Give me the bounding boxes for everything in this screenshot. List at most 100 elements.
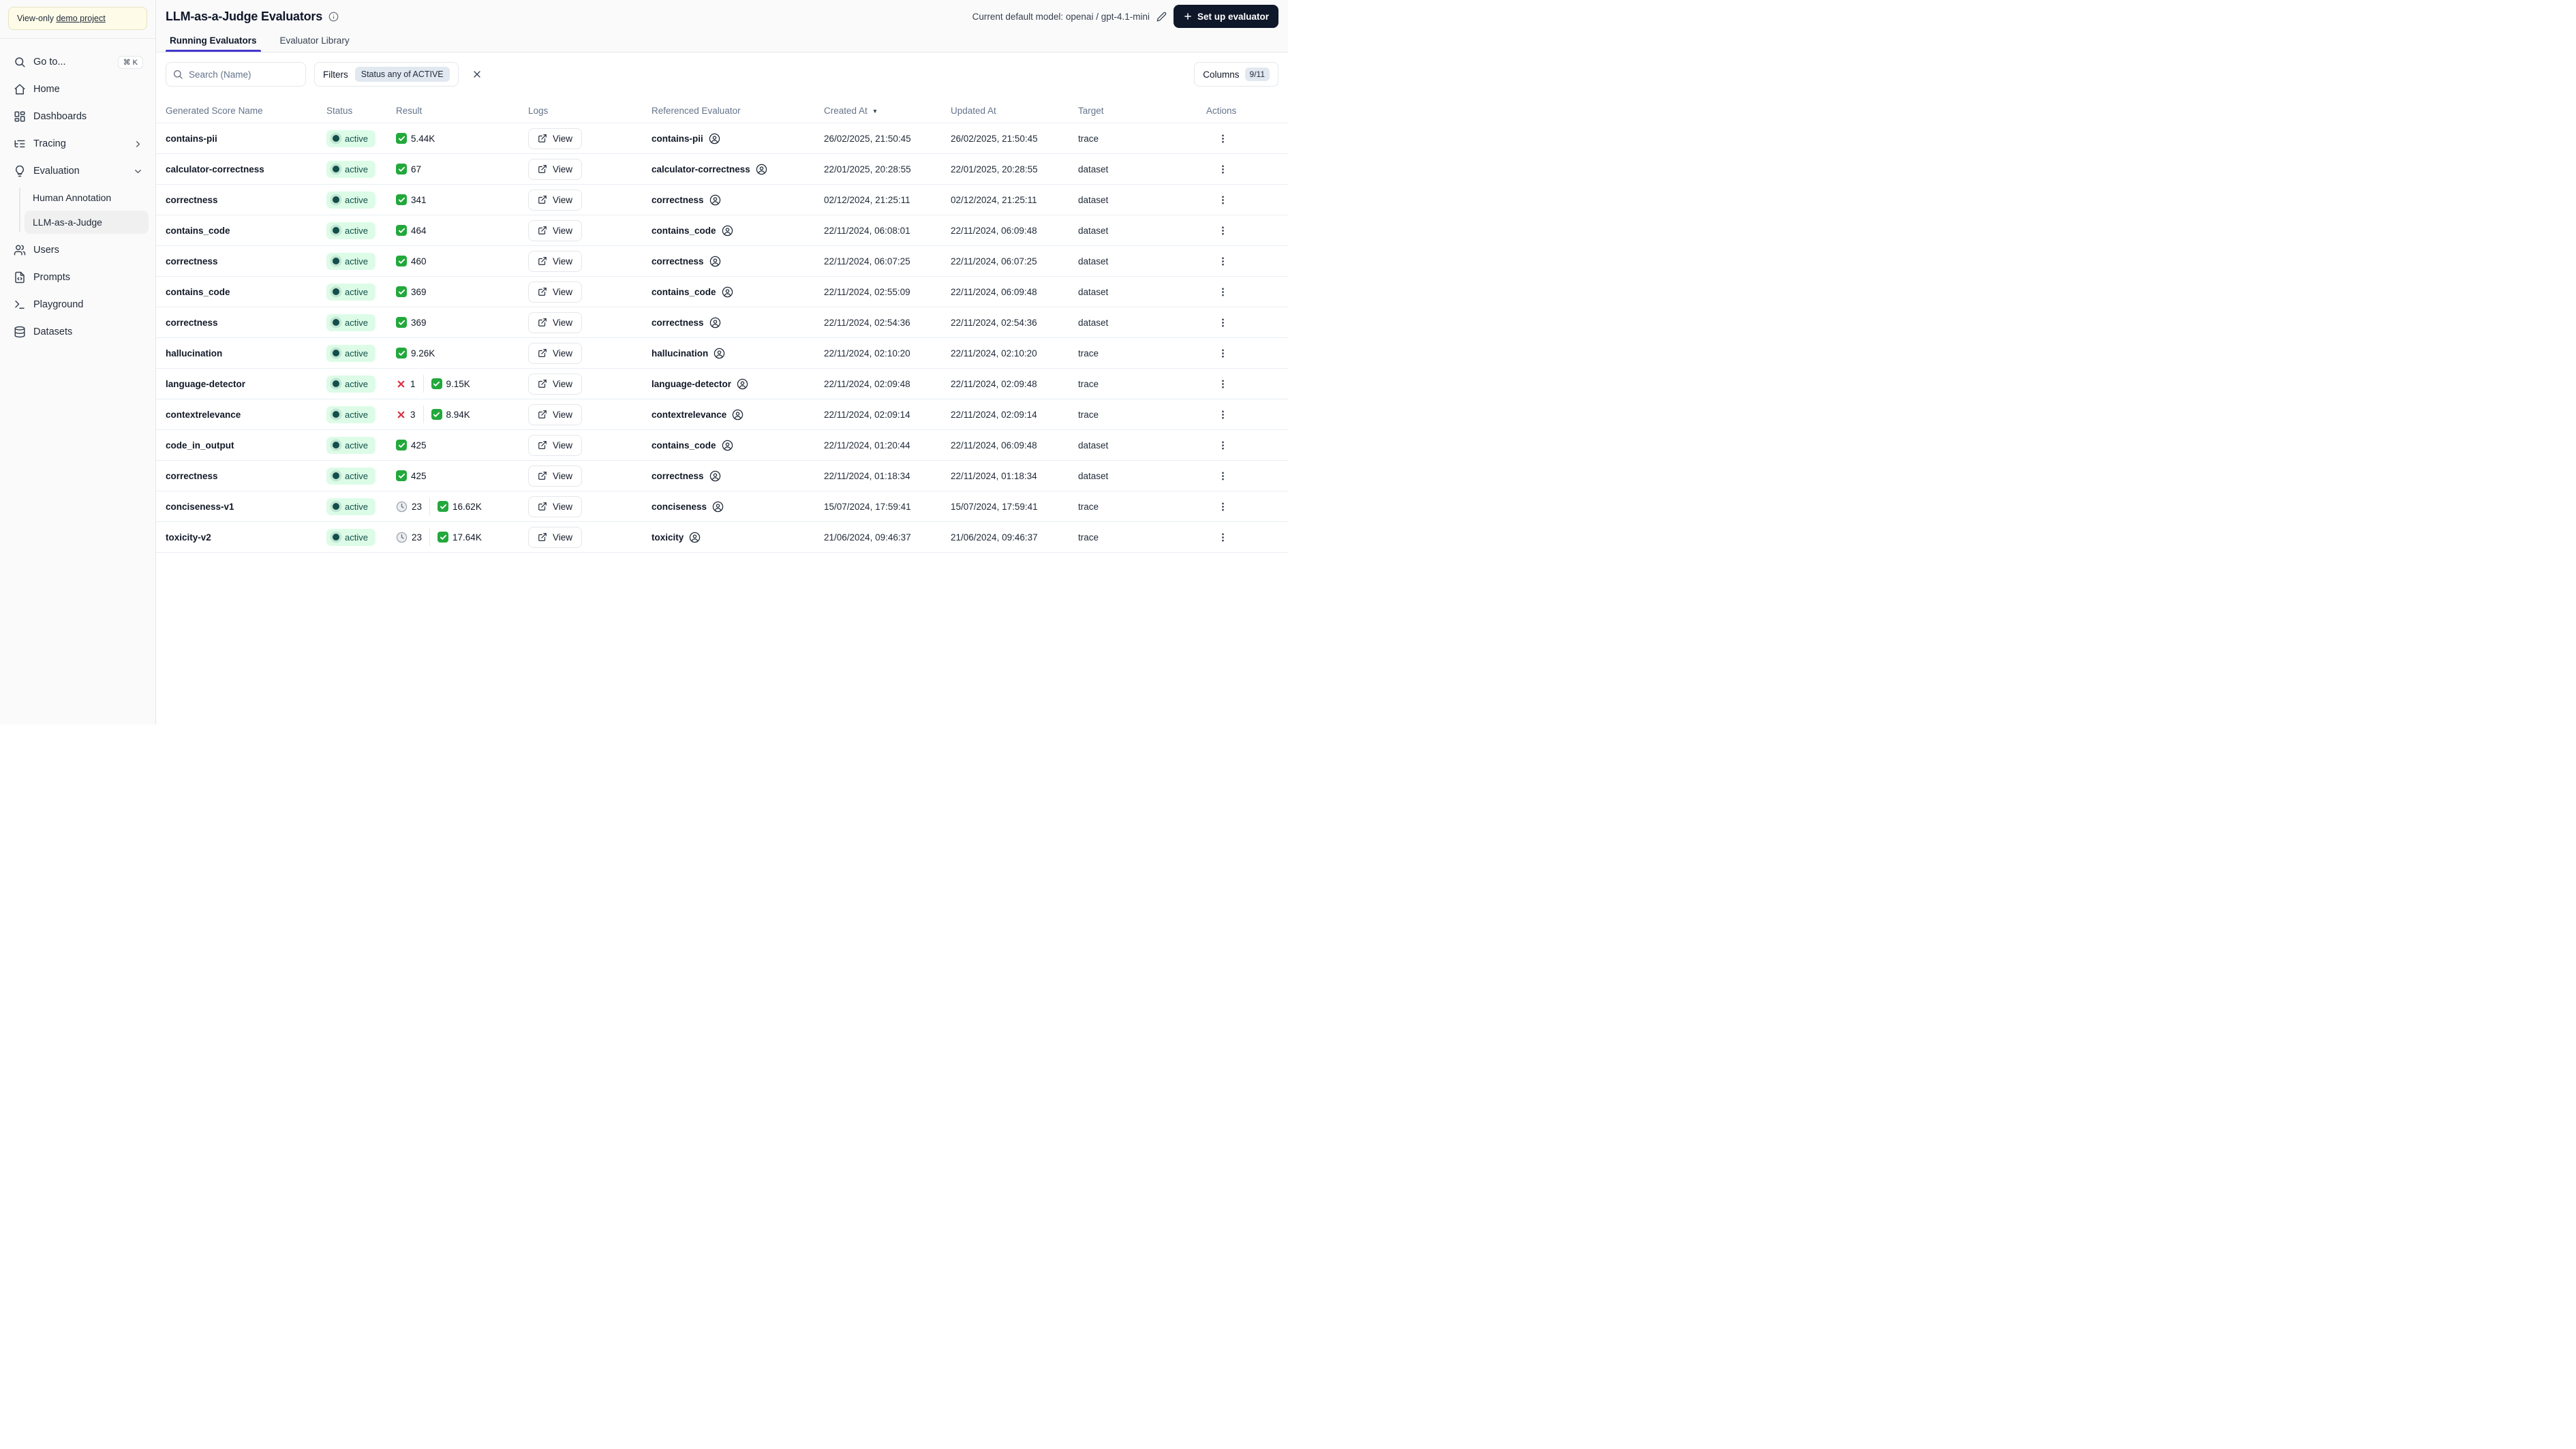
col-generated-score-name[interactable]: Generated Score Name: [156, 106, 326, 116]
status-dot: [333, 319, 339, 326]
referenced-evaluator-link[interactable]: conciseness: [651, 502, 707, 512]
kebab-menu-icon: [1217, 256, 1229, 267]
col-referenced-evaluator[interactable]: Referenced Evaluator: [651, 106, 824, 116]
referenced-evaluator-link[interactable]: correctness: [651, 318, 704, 328]
col-updated-at[interactable]: Updated At: [951, 106, 1078, 116]
row-actions-menu-button[interactable]: [1212, 466, 1233, 486]
row-actions-menu-button[interactable]: [1212, 343, 1233, 363]
row-actions-menu-button[interactable]: [1212, 159, 1233, 179]
sidebar-item-datasets[interactable]: Datasets: [7, 318, 149, 346]
success-count: 9.26K: [396, 348, 435, 359]
view-logs-label: View: [553, 317, 573, 328]
row-actions-menu-button[interactable]: [1212, 496, 1233, 517]
view-logs-button[interactable]: View: [528, 127, 583, 149]
referenced-evaluator-link[interactable]: contains_code: [651, 440, 716, 451]
referenced-evaluator-link[interactable]: correctness: [651, 256, 704, 266]
view-logs-label: View: [553, 194, 573, 205]
sidebar-item-home[interactable]: Home: [7, 76, 149, 103]
target-value: trace: [1078, 348, 1099, 359]
col-status[interactable]: Status: [326, 106, 396, 116]
success-count-value: 369: [411, 286, 427, 297]
referenced-evaluator-link[interactable]: hallucination: [651, 348, 708, 359]
filters-button[interactable]: Filters Status any of ACTIVE: [314, 62, 459, 87]
sidebar-item-evaluation[interactable]: Evaluation: [7, 157, 149, 185]
row-actions-menu-button[interactable]: [1212, 128, 1233, 149]
generated-score-name: correctness: [166, 194, 218, 205]
row-actions-menu-button[interactable]: [1212, 281, 1233, 302]
view-logs-button[interactable]: View: [528, 311, 583, 333]
external-link-icon: [538, 287, 547, 296]
tab-running-evaluators[interactable]: Running Evaluators: [166, 33, 261, 52]
result-cell: 3 8.94K: [396, 406, 528, 423]
setup-evaluator-button[interactable]: Set up evaluator: [1173, 5, 1278, 28]
external-link-icon: [538, 134, 547, 143]
row-actions-menu-button[interactable]: [1212, 312, 1233, 333]
demo-project-link[interactable]: demo project: [56, 14, 105, 23]
view-logs-button[interactable]: View: [528, 403, 583, 425]
columns-button[interactable]: Columns 9/11: [1194, 62, 1278, 87]
sidebar-item-tracing[interactable]: Tracing: [7, 130, 149, 157]
status-badge: active: [326, 222, 375, 239]
clear-filters-button[interactable]: [467, 64, 487, 85]
sidebar-item-playground[interactable]: Playground: [7, 291, 149, 318]
success-check-icon: [396, 317, 407, 328]
view-logs-button[interactable]: View: [528, 434, 583, 456]
view-logs-button[interactable]: View: [528, 495, 583, 517]
view-logs-button[interactable]: View: [528, 373, 583, 395]
referenced-evaluator-link[interactable]: contains_code: [651, 226, 716, 236]
referenced-evaluator-link[interactable]: correctness: [651, 471, 704, 481]
view-logs-button[interactable]: View: [528, 158, 583, 180]
view-logs-button[interactable]: View: [528, 250, 583, 272]
referenced-evaluator-link[interactable]: contains_code: [651, 287, 716, 297]
referenced-evaluator-link[interactable]: contextrelevance: [651, 410, 726, 420]
view-logs-button[interactable]: View: [528, 219, 583, 241]
row-actions-menu-button[interactable]: [1212, 251, 1233, 271]
chevron-right-icon: [133, 139, 143, 149]
created-at-value: 22/11/2024, 01:20:44: [824, 440, 910, 451]
col-result[interactable]: Result: [396, 106, 528, 116]
referenced-evaluator-link[interactable]: calculator-correctness: [651, 164, 750, 174]
view-logs-button[interactable]: View: [528, 465, 583, 487]
sidebar-item-icon: [14, 326, 26, 338]
sidebar-item-prompts[interactable]: Prompts: [7, 264, 149, 291]
status-badge: active: [326, 129, 375, 147]
row-actions-menu-button[interactable]: [1212, 189, 1233, 210]
created-at-value: 22/11/2024, 01:18:34: [824, 470, 910, 481]
sidebar-item-users[interactable]: Users: [7, 237, 149, 264]
sidebar-item-go-to[interactable]: Go to... ⌘ K: [7, 48, 149, 76]
table-row: conciseness-v1 active 23 16.62K View conc…: [156, 491, 1288, 522]
view-logs-button[interactable]: View: [528, 281, 583, 303]
success-count: 460: [396, 256, 427, 266]
target-value: dataset: [1078, 317, 1109, 328]
view-logs-button[interactable]: View: [528, 526, 583, 548]
generated-score-name: correctness: [166, 317, 218, 328]
error-x-icon: [396, 379, 406, 389]
col-target[interactable]: Target: [1078, 106, 1206, 116]
referenced-evaluator-link[interactable]: correctness: [651, 195, 704, 205]
row-actions-menu-button[interactable]: [1212, 220, 1233, 241]
referenced-evaluator-link[interactable]: toxicity: [651, 532, 684, 543]
col-logs[interactable]: Logs: [528, 106, 651, 116]
referenced-evaluator-link[interactable]: contains-pii: [651, 134, 703, 144]
search-input[interactable]: [166, 62, 306, 87]
tab-evaluator-library[interactable]: Evaluator Library: [276, 33, 354, 52]
row-actions-menu-button[interactable]: [1212, 435, 1233, 455]
edit-model-button[interactable]: [1156, 12, 1167, 22]
status-badge: active: [326, 191, 375, 209]
sidebar-item-llm-as-a-judge[interactable]: LLM-as-a-Judge: [25, 211, 149, 234]
col-created-at[interactable]: Created At ▼: [824, 106, 951, 116]
row-actions-menu-button[interactable]: [1212, 527, 1233, 547]
view-logs-label: View: [553, 256, 573, 266]
row-actions-menu-button[interactable]: [1212, 404, 1233, 425]
view-logs-button[interactable]: View: [528, 189, 583, 211]
search-icon: [172, 69, 183, 80]
evaluators-table: Generated Score Name Status Result Logs …: [156, 99, 1288, 553]
sidebar-item-human-annotation[interactable]: Human Annotation: [25, 186, 149, 209]
sort-desc-icon: ▼: [872, 107, 878, 115]
sidebar-item-dashboards[interactable]: Dashboards: [7, 103, 149, 130]
referenced-evaluator-link[interactable]: language-detector: [651, 379, 731, 389]
view-logs-button[interactable]: View: [528, 342, 583, 364]
row-actions-menu-button[interactable]: [1212, 373, 1233, 394]
info-icon[interactable]: [328, 12, 339, 22]
columns-label: Columns: [1203, 69, 1240, 80]
